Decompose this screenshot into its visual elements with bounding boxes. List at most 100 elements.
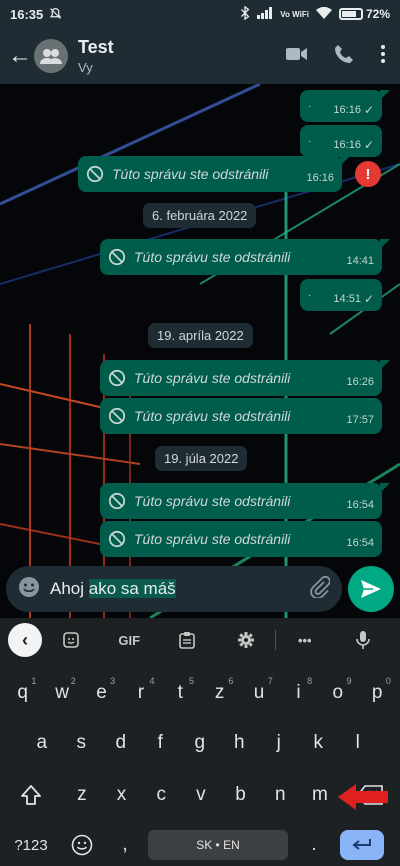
battery-icon — [338, 8, 363, 20]
date-separator: 19. apríla 2022 — [148, 323, 253, 348]
clipboard-icon[interactable] — [158, 631, 216, 649]
more-icon[interactable]: ••• — [276, 633, 334, 648]
key-d[interactable]: d — [101, 722, 141, 764]
chat-area[interactable]: · 16:16 ✓ · 16:16 ✓ Túto správu ste odstrá… — [0, 84, 400, 618]
enter-arrow-icon — [352, 839, 371, 850]
video-call-icon[interactable] — [286, 46, 308, 67]
error-badge-icon[interactable]: ! — [355, 161, 381, 187]
key-hint: 5 — [188, 676, 194, 686]
key-j[interactable]: j — [259, 722, 299, 764]
key-hint: 0 — [385, 676, 391, 686]
message-text: · — [308, 100, 312, 112]
shift-key[interactable] — [0, 774, 62, 816]
message-time: 16:16 — [333, 104, 361, 116]
key-t[interactable]: t5 — [161, 672, 200, 714]
deleted-message-icon — [108, 369, 126, 387]
key-l[interactable]: l — [338, 722, 378, 764]
microphone-icon[interactable] — [334, 630, 392, 650]
key-label: t — [177, 682, 183, 703]
message-input-text[interactable]: Ahoj ako sa máš — [50, 579, 176, 599]
message-meta: 16:54 — [346, 529, 374, 549]
key-x[interactable]: x — [102, 774, 142, 816]
key-a[interactable]: a — [22, 722, 62, 764]
key-c[interactable]: c — [141, 774, 181, 816]
message-bubble-deleted[interactable]: Túto správu ste odstránili 17:57 — [100, 398, 382, 434]
message-text: Túto správu ste odstránili — [112, 166, 269, 182]
period-key[interactable]: . — [288, 825, 340, 865]
message-bubble-deleted[interactable]: Túto správu ste odstránili 16:16 — [78, 156, 350, 192]
key-label: z — [77, 784, 87, 805]
key-hint: 4 — [149, 676, 155, 686]
comma-key[interactable]: , — [102, 825, 148, 865]
enter-key[interactable] — [340, 830, 384, 860]
message-meta: 16:16 ✓ — [333, 95, 374, 117]
message-bubble-sent[interactable]: · 16:16 ✓ — [300, 125, 382, 157]
more-options-icon[interactable] — [380, 44, 386, 69]
key-label: r — [137, 682, 145, 703]
key-b[interactable]: b — [221, 774, 261, 816]
back-arrow-icon[interactable]: ← — [8, 42, 32, 70]
key-r[interactable]: r4 — [121, 672, 160, 714]
message-input[interactable]: Ahoj ako sa máš — [6, 566, 342, 612]
voice-call-icon[interactable] — [334, 44, 354, 69]
key-m[interactable]: m — [300, 774, 340, 816]
message-meta: 16:16 ✓ — [333, 130, 374, 152]
battery-percent: 72% — [365, 7, 390, 21]
key-n[interactable]: n — [260, 774, 300, 816]
key-label: m — [312, 784, 328, 805]
chat-header: ← Test Vy — [0, 28, 400, 84]
key-w[interactable]: w2 — [42, 672, 81, 714]
message-bubble-deleted[interactable]: Túto správu ste odstránili 16:54 — [100, 521, 382, 557]
bluetooth-icon — [240, 5, 250, 22]
message-text: · — [308, 289, 312, 301]
gif-button[interactable]: GIF — [100, 633, 158, 648]
key-e[interactable]: e3 — [82, 672, 121, 714]
spacebar[interactable]: SK • EN — [148, 830, 288, 860]
key-h[interactable]: h — [220, 722, 260, 764]
key-label: d — [115, 732, 127, 753]
key-v[interactable]: v — [181, 774, 221, 816]
key-s[interactable]: s — [62, 722, 102, 764]
key-k[interactable]: k — [299, 722, 339, 764]
group-avatar[interactable] — [34, 39, 68, 73]
key-label: l — [355, 732, 360, 753]
settings-gear-icon[interactable] — [217, 631, 275, 649]
message-text: Túto správu ste odstránili — [134, 531, 291, 547]
message-time: 16:54 — [346, 499, 374, 511]
attach-icon[interactable] — [310, 575, 331, 603]
message-bubble-deleted[interactable]: Túto správu ste odstránili 14:41 — [100, 239, 390, 275]
key-label: c — [156, 784, 166, 805]
collapse-keyboard-icon[interactable]: ‹ — [8, 623, 42, 657]
key-u[interactable]: u7 — [239, 672, 278, 714]
key-f[interactable]: f — [141, 722, 181, 764]
message-bubble-sent[interactable]: · 14:51 ✓ — [300, 279, 382, 311]
signal-icon — [257, 7, 273, 21]
key-z[interactable]: z6 — [200, 672, 239, 714]
key-row-4: ?123 , SK • EN . — [0, 825, 400, 865]
emoji-icon[interactable] — [18, 576, 40, 603]
message-bubble-deleted[interactable]: Túto správu ste odstránili 16:54 — [100, 483, 390, 519]
red-arrow-annotation-icon — [338, 784, 388, 810]
message-time: 14:41 — [346, 255, 374, 267]
chat-subtitle: Vy — [78, 60, 93, 75]
key-q[interactable]: q1 — [3, 672, 42, 714]
key-z[interactable]: z — [62, 774, 102, 816]
emoji-key[interactable] — [62, 825, 102, 865]
symbols-key[interactable]: ?123 — [0, 825, 62, 865]
wifi-icon — [315, 6, 332, 21]
key-p[interactable]: p0 — [358, 672, 397, 714]
key-label: n — [274, 784, 286, 805]
sticker-icon[interactable] — [42, 631, 100, 649]
chat-name: Test — [78, 37, 114, 57]
key-g[interactable]: g — [180, 722, 220, 764]
message-bubble-deleted[interactable]: Túto správu ste odstránili 16:26 — [100, 360, 390, 396]
key-label: w — [55, 682, 69, 703]
message-bubble-sent[interactable]: · 16:16 ✓ — [300, 90, 390, 122]
deleted-message-icon — [108, 248, 126, 266]
chat-title-block[interactable]: Test Vy — [78, 37, 114, 75]
message-text: Túto správu ste odstránili — [134, 370, 291, 386]
deleted-message-icon — [108, 407, 126, 425]
key-i[interactable]: i8 — [279, 672, 318, 714]
key-o[interactable]: o9 — [318, 672, 357, 714]
send-button[interactable] — [348, 566, 394, 612]
